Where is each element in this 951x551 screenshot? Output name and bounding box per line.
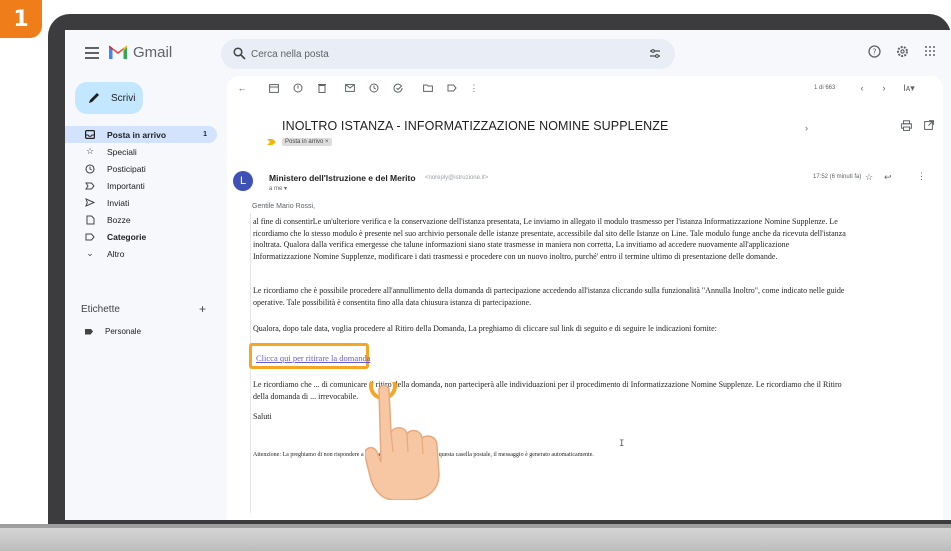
highlight-box: Clicca qui per ritirare la domanda — [249, 343, 370, 369]
apps-grid-icon[interactable] — [923, 44, 937, 58]
compose-label: Scrivi — [111, 92, 136, 104]
menu-icon[interactable] — [85, 47, 99, 59]
top-bar: Gmail ? — [65, 30, 951, 80]
body-paragraph: Qualora, dopo tale data, voglia proceder… — [253, 324, 717, 333]
filter-options-icon[interactable] — [649, 48, 661, 60]
sidebar-item-drafts[interactable]: Bozze — [65, 211, 217, 228]
add-label-icon[interactable]: + — [199, 302, 206, 316]
newer-chevron-icon[interactable]: ‹ — [857, 83, 867, 93]
laptop-base — [0, 524, 951, 551]
labels-heading: Etichette — [81, 304, 120, 315]
sidebar-item-important[interactable]: Importanti — [65, 177, 217, 194]
label-tag-icon — [85, 328, 93, 335]
sidebar-item-label: Categorie — [107, 231, 147, 242]
message-pane: ← ⋮ 1 di 663 ‹ › Iᴀ▾ INOLTRO ISTANZA - I… — [227, 76, 943, 520]
help-icon[interactable]: ? — [867, 44, 881, 58]
body-paragraph: Le ricordiamo che è possibile procedere … — [253, 286, 845, 307]
sidebar-nav: Posta in arrivo 1 ☆ Speciali Posticipati… — [65, 126, 225, 262]
search-icon[interactable] — [233, 47, 246, 60]
gmail-screen: Gmail ? — [65, 30, 951, 520]
search-input[interactable] — [251, 39, 631, 69]
pointing-hand-icon — [365, 382, 440, 500]
archive-icon[interactable] — [269, 83, 279, 93]
label-chip-row: Posta in arrivo × — [267, 138, 332, 146]
report-spam-icon[interactable] — [293, 83, 303, 93]
sidebar-item-label: Importanti — [107, 180, 145, 191]
message-toolbar: ← ⋮ 1 di 663 ‹ › Iᴀ▾ — [227, 76, 943, 102]
mark-unread-icon[interactable] — [345, 83, 355, 93]
gmail-logo-icon — [109, 45, 127, 59]
search-bar[interactable] — [221, 39, 675, 69]
star-icon: ☆ — [85, 146, 95, 156]
back-arrow-icon[interactable]: ← — [237, 83, 247, 93]
body-paragraph: Le ricordiamo che ... di comunicare il r… — [253, 380, 842, 401]
unread-count: 1 — [203, 131, 207, 138]
settings-gear-icon[interactable] — [895, 44, 909, 58]
star-icon[interactable]: ☆ — [865, 172, 873, 183]
more-vert-icon[interactable]: ⋮ — [917, 171, 926, 182]
pencil-icon — [89, 93, 99, 103]
sender-email: <noreply@istruzione.it> — [425, 175, 489, 181]
chevron-right-icon[interactable]: › — [805, 123, 808, 133]
message-time: 17:52 (6 minuti fa) — [813, 174, 862, 180]
importance-marker-icon — [267, 139, 276, 145]
disclaimer-text: Attenzione: La preghiamo di non risponde… — [253, 452, 594, 458]
label-icon — [85, 232, 95, 242]
label-icon[interactable] — [447, 83, 457, 93]
move-to-icon[interactable] — [423, 83, 433, 93]
inbox-icon — [85, 130, 95, 140]
sidebar-item-snoozed[interactable]: Posticipati — [65, 160, 217, 177]
body-paragraph: al fine di consentirLe un'ulteriore veri… — [253, 217, 846, 261]
sidebar-item-label: Bozze — [107, 214, 131, 225]
label-name: Personale — [105, 327, 142, 336]
sidebar-item-starred[interactable]: ☆ Speciali — [65, 143, 217, 160]
important-icon — [85, 181, 95, 191]
sidebar-item-label: Posta in arrivo — [107, 129, 167, 140]
compose-button[interactable]: Scrivi — [75, 82, 143, 114]
tutorial-stage: 1 Gmail Cerca nella posta ? Scrivi Posta… — [0, 0, 951, 551]
step-badge: 1 — [0, 0, 42, 38]
sidebar-item-sent[interactable]: Inviati — [65, 194, 217, 211]
inbox-label-chip[interactable]: Posta in arrivo × — [282, 138, 332, 146]
sidebar-item-label: Altro — [107, 248, 125, 259]
svg-text:?: ? — [872, 47, 876, 56]
sidebar-label-personal[interactable]: Personale — [85, 327, 141, 336]
open-new-window-icon[interactable] — [924, 120, 934, 130]
sidebar-item-categories[interactable]: Categorie — [65, 228, 217, 245]
sidebar-item-label: Inviati — [107, 197, 130, 208]
top-right-icons: ? — [867, 44, 937, 58]
message-body: al fine di consentirLe un'ulteriore veri… — [249, 213, 890, 513]
sidebar-item-label: Speciali — [107, 146, 137, 157]
more-options-icon[interactable]: ⋮ — [469, 83, 479, 93]
print-icon[interactable] — [901, 120, 912, 131]
add-to-tasks-icon[interactable] — [393, 83, 403, 93]
greeting-text: Gentile Mario Rossi, — [252, 203, 316, 210]
reply-icon[interactable]: ↩ — [884, 172, 892, 183]
pager-text: 1 di 663 — [814, 85, 836, 91]
message-subject: INOLTRO ISTANZA - INFORMATIZZAZIONE NOMI… — [282, 119, 669, 133]
sidebar-item-inbox[interactable]: Posta in arrivo 1 — [65, 126, 217, 143]
withdraw-application-link[interactable]: Clicca qui per ritirare la domanda — [256, 353, 370, 363]
sidebar-item-label: Posticipati — [107, 163, 146, 174]
clock-icon — [85, 163, 95, 174]
draft-icon — [85, 215, 95, 225]
snooze-icon[interactable] — [369, 83, 379, 93]
sidebar-item-more[interactable]: ⌄ Altro — [65, 245, 217, 262]
send-icon — [85, 198, 95, 208]
closing-text: Saluti — [253, 412, 272, 421]
sender-name: Ministero dell'Istruzione e del Merito — [269, 173, 416, 183]
text-cursor-icon: I — [619, 439, 625, 449]
delete-icon[interactable] — [317, 83, 327, 93]
laptop-base-edge — [0, 524, 951, 528]
input-tools-icon[interactable]: Iᴀ▾ — [901, 83, 917, 93]
older-chevron-icon[interactable]: › — [879, 83, 889, 93]
sender-avatar: L — [233, 171, 253, 191]
recipient-details[interactable]: a me ▾ — [269, 185, 287, 192]
chevron-down-icon: ⌄ — [86, 248, 94, 258]
app-name: Gmail — [133, 44, 173, 61]
